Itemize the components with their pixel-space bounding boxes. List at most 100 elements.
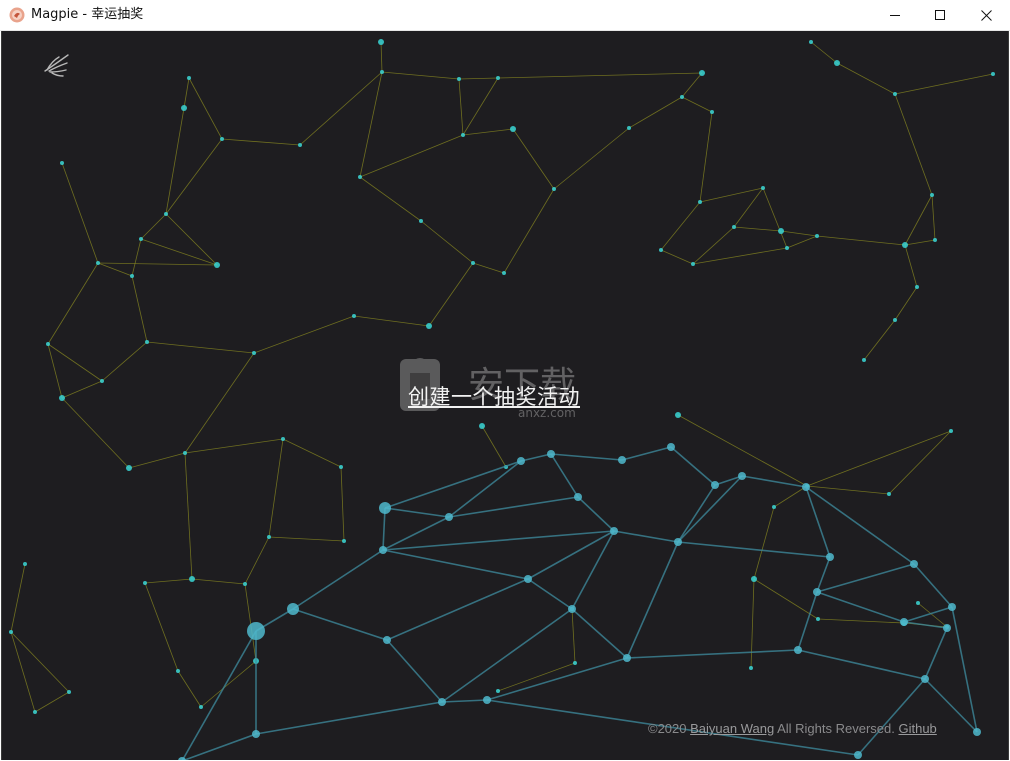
network-line — [924, 627, 948, 680]
network-line — [888, 430, 952, 495]
network-node — [618, 456, 626, 464]
network-node — [809, 40, 813, 44]
network-node — [524, 575, 532, 583]
network-line — [486, 657, 628, 701]
minimize-button[interactable] — [872, 0, 918, 31]
network-node — [778, 228, 784, 234]
network-line — [550, 453, 579, 498]
network-line — [660, 249, 694, 265]
network-line — [550, 453, 623, 461]
network-node — [675, 412, 681, 418]
network-line — [292, 549, 384, 610]
network-node — [199, 705, 203, 709]
network-node — [627, 126, 631, 130]
network-line — [472, 262, 505, 274]
network-line — [441, 699, 488, 703]
network-line — [904, 194, 933, 246]
network-node — [691, 262, 695, 266]
network-line — [628, 96, 683, 129]
network-line — [353, 315, 430, 327]
network-line — [458, 78, 464, 136]
network-line — [931, 194, 936, 241]
network-node — [785, 246, 789, 250]
network-node — [749, 666, 753, 670]
create-lottery-link[interactable]: 创建一个抽奖活动 — [408, 381, 580, 411]
network-line — [448, 496, 579, 518]
network-line — [340, 466, 345, 542]
maximize-button[interactable] — [917, 0, 963, 31]
network-node — [252, 351, 256, 355]
github-link[interactable]: Github — [898, 721, 936, 736]
network-line — [863, 319, 896, 361]
network-node — [139, 237, 143, 241]
network-node — [100, 379, 104, 383]
network-node — [854, 751, 862, 759]
network-line — [386, 578, 529, 641]
network-line — [462, 77, 499, 136]
network-node — [933, 238, 937, 242]
network-node — [496, 689, 500, 693]
close-icon — [980, 10, 992, 21]
network-node — [667, 443, 675, 451]
author-link[interactable]: Baiyuan Wang — [690, 721, 774, 736]
network-line — [806, 430, 952, 487]
network-node — [383, 636, 391, 644]
network-node — [176, 669, 180, 673]
network-node — [659, 248, 663, 252]
network-node — [680, 95, 684, 99]
network-node — [181, 105, 187, 111]
network-node — [862, 358, 866, 362]
network-line — [380, 41, 383, 73]
network-line — [553, 127, 630, 190]
network-line — [420, 220, 474, 264]
network-node — [794, 646, 802, 654]
network-line — [382, 530, 615, 551]
network-node — [902, 242, 908, 248]
maximize-icon — [934, 10, 945, 20]
network-line — [741, 475, 807, 488]
network-line — [47, 262, 99, 345]
network-line — [677, 484, 716, 543]
network-line — [660, 201, 701, 251]
network-line — [805, 486, 915, 565]
network-node — [761, 186, 765, 190]
minimize-icon — [889, 15, 900, 16]
title-bar[interactable]: Magpie - 幸运抽奖 — [0, 0, 1010, 31]
network-node — [247, 622, 265, 640]
network-line — [692, 247, 788, 265]
magpie-feather-logo-icon[interactable] — [42, 51, 72, 79]
network-line — [97, 262, 133, 277]
network-line — [903, 606, 953, 623]
close-button[interactable] — [963, 0, 1009, 31]
network-line — [733, 226, 782, 232]
network-node — [164, 212, 168, 216]
network-node — [930, 193, 934, 197]
network-line — [520, 453, 552, 462]
network-node — [915, 285, 919, 289]
network-node — [674, 538, 682, 546]
network-line — [384, 507, 450, 518]
network-node — [496, 76, 500, 80]
network-line — [165, 107, 185, 215]
network-node — [339, 465, 343, 469]
network-node — [816, 617, 820, 621]
network-line — [753, 578, 819, 620]
network-node — [287, 603, 299, 615]
network-line — [34, 691, 70, 713]
network-line — [131, 238, 142, 277]
network-node — [9, 630, 13, 634]
network-line — [140, 238, 218, 266]
network-node — [252, 730, 260, 738]
network-node — [243, 582, 247, 586]
network-line — [805, 486, 831, 558]
network-node — [457, 77, 461, 81]
network-line — [268, 438, 284, 538]
network-line — [359, 71, 383, 178]
network-line — [448, 460, 522, 518]
network-line — [816, 591, 905, 623]
network-line — [462, 128, 514, 136]
network-line — [244, 536, 270, 585]
network-line — [503, 188, 555, 274]
network-node — [711, 481, 719, 489]
network-node — [67, 690, 71, 694]
